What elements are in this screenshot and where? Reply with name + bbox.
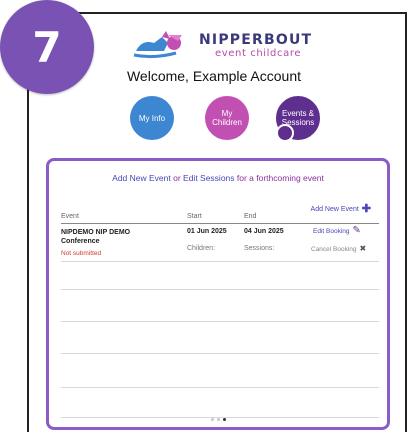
row-divider [61, 321, 379, 322]
header-divider [61, 223, 379, 224]
step-number-badge: 7 [0, 0, 94, 94]
row-divider [61, 261, 379, 262]
events-panel: Add New Event or Edit Sessions for a for… [46, 158, 390, 430]
plus-icon: ✚ [361, 203, 371, 215]
cancel-booking-button[interactable]: Cancel Booking ✖ [311, 245, 366, 253]
pencil-icon: ✎ [352, 225, 361, 236]
row-divider [61, 289, 379, 290]
brand-name: NIPPERBOUT [199, 32, 313, 48]
page-indicator[interactable] [49, 418, 387, 421]
page-dot[interactable] [210, 418, 214, 421]
app-screen: NIPPERBOUT event childcare Welcome, Exam… [34, 24, 394, 432]
row-divider [61, 353, 379, 354]
column-header-end: End [244, 213, 257, 220]
rocking-horse-icon [133, 31, 182, 59]
nav-my-children-button[interactable]: My Children [205, 96, 249, 140]
row-divider [61, 387, 379, 388]
add-new-event-link[interactable]: Add New Event [112, 173, 171, 183]
event-start-date: 01 Jun 2025 [187, 228, 227, 235]
close-icon: ✖ [359, 244, 367, 253]
column-header-event: Event [61, 213, 79, 220]
nav-my-info-button[interactable]: My Info [130, 96, 174, 140]
column-header-start: Start [187, 213, 202, 220]
nav-my-info-label: My Info [138, 113, 166, 123]
page-dot[interactable] [216, 418, 220, 421]
cancel-booking-label: Cancel Booking [311, 245, 357, 253]
nipperbout-logo: NIPPERBOUT event childcare [132, 29, 332, 59]
event-end-date: 04 Jun 2025 [244, 228, 284, 235]
brand-tagline: event childcare [215, 48, 302, 59]
panel-heading: Add New Event or Edit Sessions for a for… [112, 173, 324, 183]
edit-booking-label: Edit Booking [313, 227, 350, 235]
page-dot[interactable] [222, 418, 226, 421]
nav-events-sessions-button[interactable]: Events & Sessions [276, 96, 320, 142]
welcome-message: Welcome, Example Account [126, 68, 302, 84]
event-sessions-label: Sessions: [244, 245, 275, 252]
event-children-label: Children: [187, 245, 216, 252]
event-name: NIPDEMO NIP DEMO Conference [61, 229, 131, 245]
add-new-event-button[interactable]: Add New Event ✚ [310, 203, 371, 215]
edit-booking-button[interactable]: Edit Booking ✎ [313, 225, 361, 236]
nav-events-sessions-label: Events & Sessions [281, 109, 315, 127]
nav-my-children-label: My Children [212, 109, 242, 127]
event-status: Not submitted [61, 250, 102, 257]
add-new-event-label: Add New Event [310, 205, 359, 213]
edit-sessions-link[interactable]: Edit Sessions [183, 173, 235, 183]
